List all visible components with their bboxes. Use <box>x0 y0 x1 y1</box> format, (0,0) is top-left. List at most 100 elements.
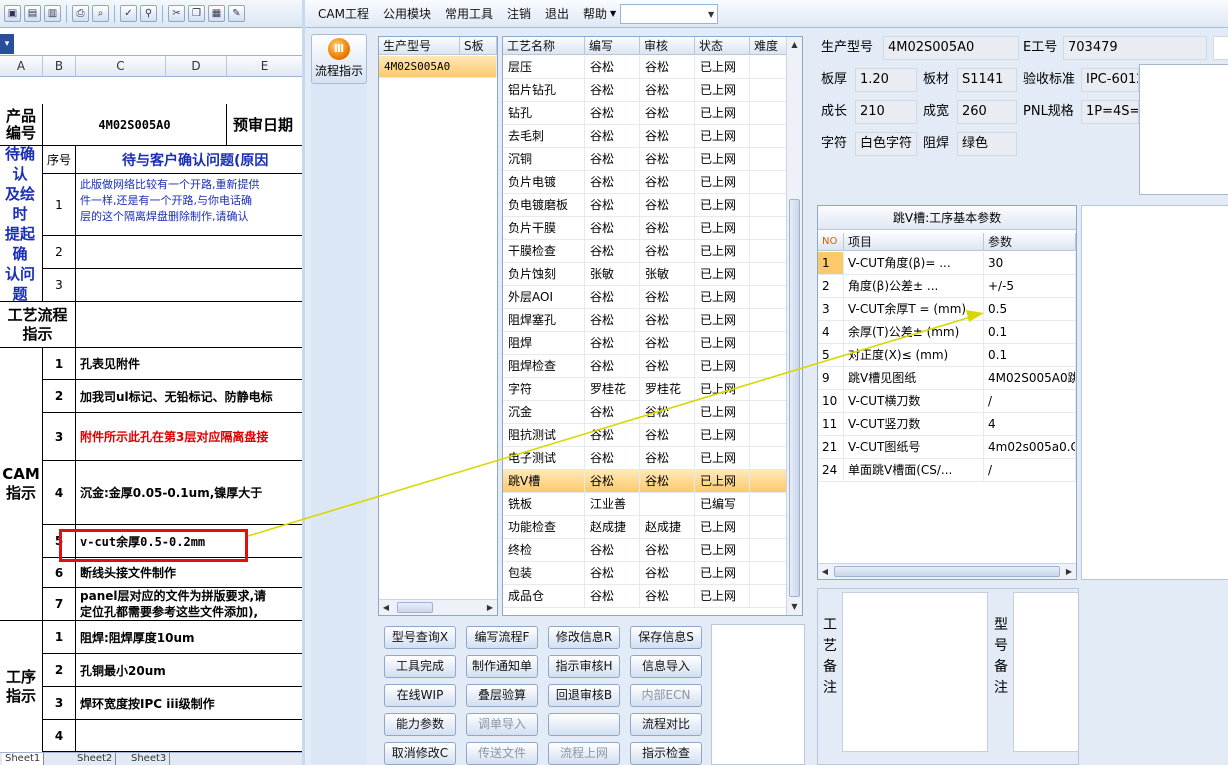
info-pnl-value[interactable]: 1P=4S=2 <box>1081 100 1139 124</box>
column-header-c[interactable]: C <box>76 56 166 77</box>
cell-confirm-2-no[interactable]: 2 <box>43 236 76 269</box>
process-row[interactable]: 包装 谷松 谷松 已上网 <box>503 562 788 585</box>
flow-instruction-button[interactable]: Ⅲ 流程指示 <box>311 34 367 84</box>
info-width-value[interactable]: 260 <box>957 100 1017 124</box>
process-row[interactable]: 功能检查 赵成捷 赵成捷 已上网 <box>503 516 788 539</box>
cell-cam-1-no[interactable]: 1 <box>43 348 76 380</box>
process-row[interactable]: 沉铜 谷松 谷松 已上网 <box>503 148 788 171</box>
cell-confirm-2-text[interactable] <box>76 236 302 269</box>
action-button[interactable]: 在线WIP <box>384 684 456 707</box>
excel-formula-bar[interactable] <box>0 28 302 56</box>
copy-icon[interactable]: ❐ <box>188 5 205 22</box>
action-button[interactable]: 流程对比 <box>630 713 702 736</box>
preview-icon[interactable]: ⌕ <box>92 5 109 22</box>
cell-cam-4-text[interactable]: 沉金:金厚0.05-0.1um,镍厚大于 <box>76 461 302 525</box>
process-row[interactable]: 阻焊检查 谷松 谷松 已上网 <box>503 355 788 378</box>
process-row[interactable]: 终检 谷松 谷松 已上网 <box>503 539 788 562</box>
param-row[interactable]: 21V-CUT图纸号4m02s005a0.C2 <box>818 436 1076 459</box>
cell-confirm-header[interactable]: 待与客户确认问题(原因 <box>76 146 302 174</box>
action-button[interactable]: 传送文件 <box>466 742 538 765</box>
action-button[interactable]: 叠层验算 <box>466 684 538 707</box>
process-row[interactable]: 负片蚀刻 张敏 张敏 已上网 <box>503 263 788 286</box>
scroll-up-icon[interactable]: ▲ <box>787 37 802 53</box>
menu-common-module[interactable]: 公用模块 <box>376 0 438 28</box>
info-mask-value[interactable]: 绿色 <box>957 132 1017 156</box>
format-painter-icon[interactable]: ✎ <box>228 5 245 22</box>
column-header-e[interactable]: E <box>227 56 302 77</box>
process-row[interactable]: 负片电镀 谷松 谷松 已上网 <box>503 171 788 194</box>
info-thick-value[interactable]: 1.20 <box>855 68 917 92</box>
model-list-header-model[interactable]: 生产型号 <box>379 37 460 55</box>
scroll-thumb[interactable] <box>397 602 433 613</box>
process-row[interactable]: 外层AOI 谷松 谷松 已上网 <box>503 286 788 309</box>
cell-process-text[interactable] <box>76 302 302 348</box>
pdf-icon[interactable]: ▤ <box>24 5 41 22</box>
info-eng-value[interactable]: 703479 <box>1063 36 1207 60</box>
cell-seq-header[interactable]: 序号 <box>43 146 76 174</box>
process-row[interactable]: 阻焊 谷松 谷松 已上网 <box>503 332 788 355</box>
info-extra-box[interactable] <box>1213 36 1228 60</box>
process-row[interactable]: 电子测试 谷松 谷松 已上网 <box>503 447 788 470</box>
action-button[interactable]: 信息导入 <box>630 655 702 678</box>
param-row[interactable]: 10 V-CUT横刀数 / <box>818 390 1076 413</box>
param-row[interactable]: 5 对正度(X)≤ (mm) 0.1 <box>818 344 1076 367</box>
cell-proc-1-no[interactable]: 1 <box>43 621 76 654</box>
print-icon[interactable]: ⎙ <box>72 5 89 22</box>
action-button[interactable]: 流程上网 <box>548 742 620 765</box>
menu-help[interactable]: 帮助 <box>576 0 614 28</box>
cell-cam-3-text[interactable]: 附件所示此孔在第3层对应隔离盘接 <box>76 413 302 461</box>
process-header-reviewer[interactable]: 审核 <box>640 37 695 55</box>
cell-cam-section[interactable]: CAM 指示 <box>0 348 43 621</box>
menu-cam[interactable]: CAM工程 <box>311 0 376 28</box>
process-vscroll[interactable]: ▲ ▼ <box>786 37 802 615</box>
scroll-thumb[interactable] <box>789 199 800 597</box>
menu-logout[interactable]: 注销 <box>500 0 538 28</box>
chevron-down-icon[interactable]: ▼ <box>610 9 616 18</box>
spellcheck-icon[interactable]: ✓ <box>120 5 137 22</box>
process-header-writer[interactable]: 编写 <box>585 37 640 55</box>
action-button[interactable]: 内部ECN <box>630 684 702 707</box>
cell-confirm-section[interactable]: 待确认 及绘时 提起确 认问题 <box>0 146 43 302</box>
action-button[interactable]: 修改信息R <box>548 626 620 649</box>
params-hscroll[interactable]: ◀ ▶ <box>818 563 1076 579</box>
model-list-hscroll[interactable]: ◀ ▶ <box>379 599 497 615</box>
process-row[interactable]: 阻抗测试 谷松 谷松 已上网 <box>503 424 788 447</box>
scroll-down-icon[interactable]: ▼ <box>787 599 802 615</box>
column-header-b[interactable]: B <box>43 56 76 77</box>
menu-common-tools[interactable]: 常用工具 <box>438 0 500 28</box>
cell-cam-1-text[interactable]: 孔表见附件 <box>76 348 302 380</box>
process-row[interactable]: 阻焊塞孔 谷松 谷松 已上网 <box>503 309 788 332</box>
column-header-d[interactable]: D <box>166 56 227 77</box>
param-row[interactable]: 1 V-CUT角度(β)= ... 30 <box>818 252 1076 275</box>
cell-cam-7-text[interactable]: panel层对应的文件为拼版要求,请 定位孔都需要参考这些文件添加), <box>76 588 302 621</box>
cell-cam-2-text[interactable]: 加我司ul标记、无铅标记、防静电标 <box>76 380 302 413</box>
process-row[interactable]: 负电镀磨板 谷松 谷松 已上网 <box>503 194 788 217</box>
cell-product-label[interactable]: 产品 编号 <box>0 104 43 146</box>
params-header-value[interactable]: 参数 <box>984 233 1076 251</box>
scroll-right-icon[interactable]: ▶ <box>1062 564 1076 579</box>
scroll-thumb[interactable] <box>834 566 1060 577</box>
cell-cam-2-no[interactable]: 2 <box>43 380 76 413</box>
info-length-value[interactable]: 210 <box>855 100 917 124</box>
cell-cam-7-no[interactable]: 7 <box>43 588 76 621</box>
action-button[interactable]: 调单导入 <box>466 713 538 736</box>
process-header-status[interactable]: 状态 <box>695 37 750 55</box>
save-icon[interactable]: ▣ <box>4 5 21 22</box>
cell-proc-4-no[interactable]: 4 <box>43 720 76 752</box>
process-row[interactable]: 沉金 谷松 谷松 已上网 <box>503 401 788 424</box>
action-button[interactable]: 取消修改C <box>384 742 456 765</box>
param-row[interactable]: 2 角度(β)公差± ... +/-5 <box>818 275 1076 298</box>
cell-product-code[interactable]: 4M02S005A0 <box>43 104 227 146</box>
info-standard-value[interactable]: IPC-6012 <box>1081 68 1139 92</box>
cell-confirm-1-text[interactable]: 此版做网络比较有一个开路,重新提供 件一样,还是有一个开路,与你电话确 层的这个… <box>76 174 302 236</box>
cell-proc-2-no[interactable]: 2 <box>43 654 76 687</box>
process-row[interactable]: 铝片钻孔 谷松 谷松 已上网 <box>503 79 788 102</box>
scroll-left-icon[interactable]: ◀ <box>379 600 393 615</box>
action-button[interactable]: 保存信息S <box>630 626 702 649</box>
process-row[interactable]: 层压 谷松 谷松 已上网 <box>503 56 788 79</box>
scroll-left-icon[interactable]: ◀ <box>818 564 832 579</box>
process-row[interactable]: 去毛刺 谷松 谷松 已上网 <box>503 125 788 148</box>
action-button[interactable]: 回退审核B <box>548 684 620 707</box>
cell-cam-3-no[interactable]: 3 <box>43 413 76 461</box>
cell-review-date[interactable]: 预审日期 <box>227 104 302 146</box>
